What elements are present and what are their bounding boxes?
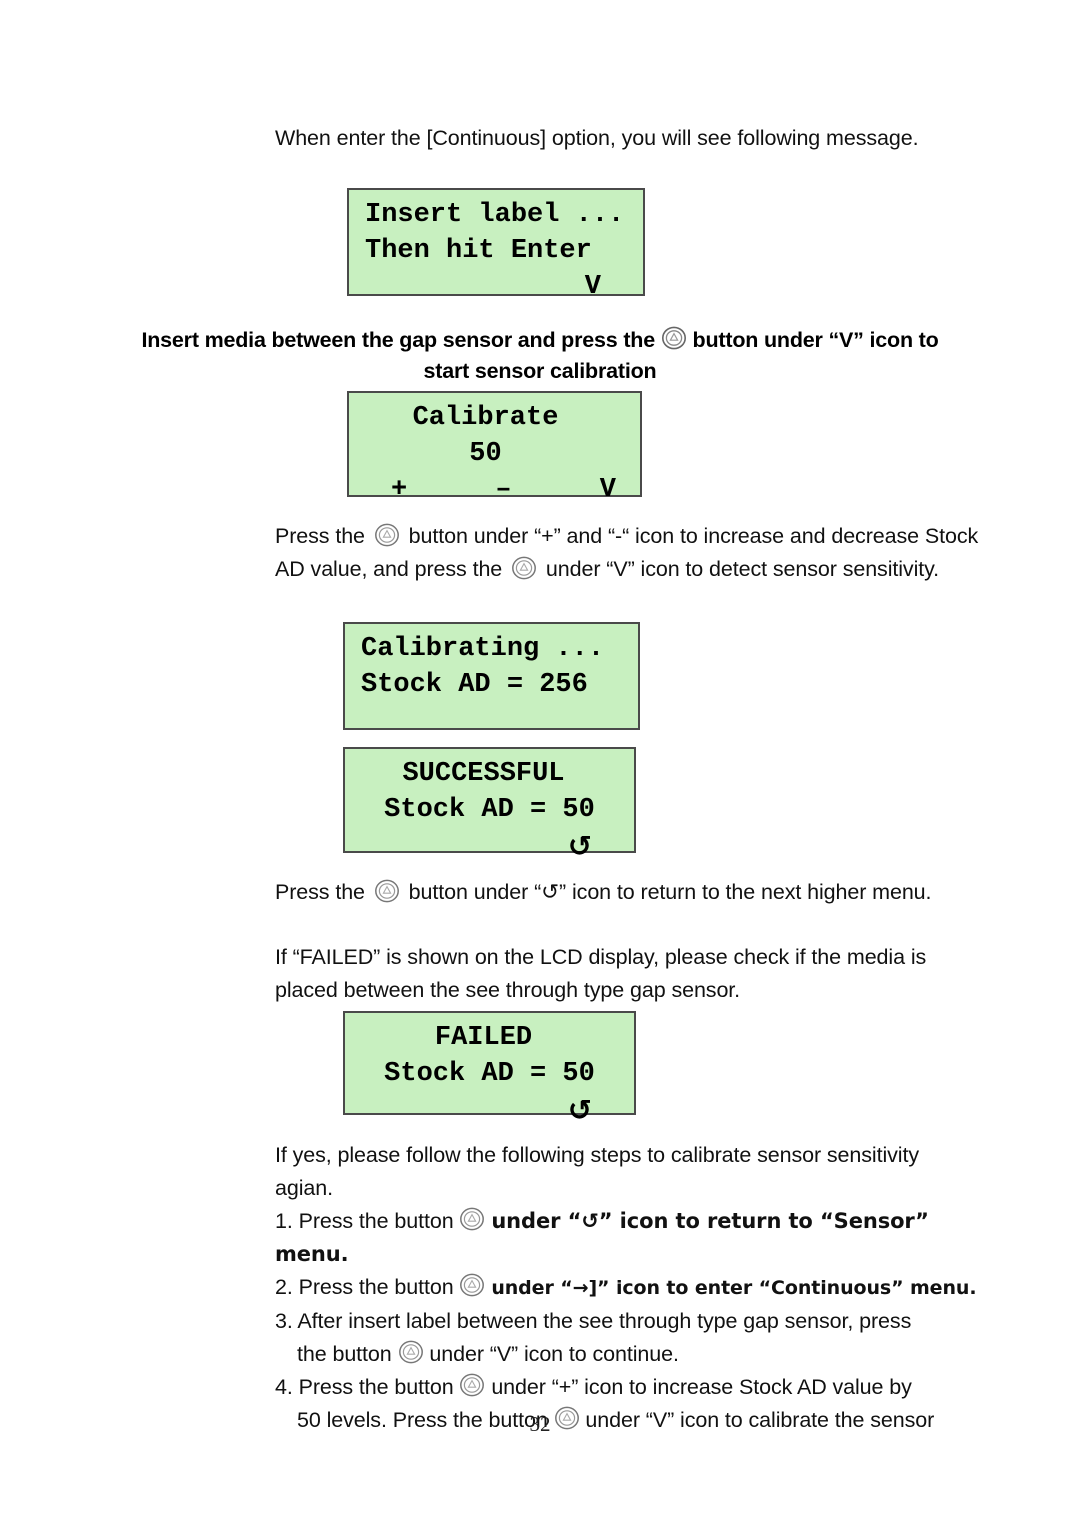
- ifyes-paragraph: If yes, please follow the following step…: [275, 1139, 985, 1205]
- lcd-successful-value: Stock AD = 50: [384, 795, 595, 825]
- lcd-failed-value: Stock AD = 50: [384, 1059, 595, 1089]
- return-seg2: button under “↺” icon to return to the n…: [408, 880, 932, 904]
- step3-continuation: the button under “V” icon to continue.: [275, 1338, 985, 1371]
- lcd-line-3: V: [584, 272, 601, 302]
- step3-label: 3. After insert label between the see th…: [275, 1309, 912, 1333]
- return-seg1: Press the: [275, 880, 365, 904]
- lcd-failed-status: FAILED: [434, 1023, 533, 1053]
- lcd-calibrating-line2: Stock AD = 256: [361, 670, 588, 700]
- printer-round-button-icon: [459, 1273, 485, 1297]
- lcd-successful-status: SUCCESSFUL: [402, 759, 565, 789]
- loop-arrow-icon: ↺: [567, 829, 592, 863]
- press-button-paragraph: Press the button under “+” and “-“ icon …: [275, 520, 985, 586]
- lcd-calibrate-value: 50: [469, 439, 502, 469]
- page-number: 32: [529, 1412, 551, 1436]
- lcd-calibrating-line3: [361, 703, 622, 739]
- printer-round-button-icon: [661, 326, 687, 350]
- step1-label: 1. Press the button: [275, 1209, 454, 1233]
- step4-tail: under “+” icon to increase Stock AD valu…: [491, 1375, 912, 1399]
- press-seg5: sensitivity.: [842, 557, 940, 581]
- list-item: 3. After insert label between the see th…: [275, 1305, 985, 1371]
- lcd-panel-failed: FAILED Stock AD = 50 ↺: [343, 1011, 636, 1127]
- ifyes-line-2: agian.: [275, 1176, 333, 1200]
- bold-instruction-part2: button under “V” icon to: [692, 328, 939, 352]
- printer-round-button-icon: [398, 1340, 424, 1364]
- manual-page: When enter the [Continuous] option, you …: [0, 0, 1080, 1527]
- lcd-panel-calibrating: Calibrating ... Stock AD = 256: [343, 622, 640, 730]
- bold-instruction: Insert media between the gap sensor and …: [118, 325, 962, 387]
- step2-label: 2. Press the button: [275, 1275, 454, 1299]
- printer-round-button-icon: [511, 556, 537, 580]
- ifyes-line-1: If yes, please follow the following step…: [275, 1143, 919, 1167]
- lcd-calibrate-keys: + – V: [365, 472, 624, 508]
- lcd-panel-successful: SUCCESSFUL Stock AD = 50 ↺: [343, 747, 636, 863]
- bold-instruction-part3: start sensor calibration: [423, 359, 657, 383]
- press-seg2: button under “+” and “-“ icon to increas…: [408, 524, 919, 548]
- list-item: 2. Press the button under “→]” icon to e…: [275, 1271, 985, 1305]
- lcd-calibrating-line1: Calibrating ...: [361, 634, 605, 664]
- calibration-steps-list: 1. Press the button under “↺” icon to re…: [275, 1205, 985, 1437]
- step3-cont-tail: under “V” icon to continue.: [429, 1342, 679, 1366]
- failed-line-1: If “FAILED” is shown on the LCD display,…: [275, 945, 927, 969]
- lcd-panel-insert-label: Insert label ... Then hit Enter V: [347, 188, 645, 302]
- step2-tail: under “→]” icon to enter “Continuous” me…: [491, 1277, 977, 1299]
- lcd-key-minus: –: [495, 475, 512, 505]
- press-seg1: Press the: [275, 524, 365, 548]
- printer-round-button-icon: [459, 1373, 485, 1397]
- failed-line-2: placed between the see through type gap …: [275, 978, 741, 1002]
- lcd-line-2: Then hit Enter: [365, 236, 592, 266]
- loop-arrow-icon: ↺: [567, 1093, 592, 1127]
- lcd-key-enter: V: [599, 475, 616, 505]
- lcd-key-plus: +: [391, 475, 408, 505]
- failed-explanation-paragraph: If “FAILED” is shown on the LCD display,…: [275, 941, 985, 1007]
- printer-round-button-icon: [374, 879, 400, 903]
- lcd-panel-calibrate: Calibrate 50 + – V: [347, 391, 642, 505]
- lcd-line-1: Insert label ...: [365, 200, 625, 230]
- press-seg4: under “V” icon to detect sensor: [545, 557, 837, 581]
- intro-paragraph: When enter the [Continuous] option, you …: [275, 122, 975, 155]
- printer-round-button-icon: [459, 1207, 485, 1231]
- bold-instruction-part1: Insert media between the gap sensor and …: [141, 328, 655, 352]
- lcd-calibrate-title: Calibrate: [412, 403, 559, 433]
- intro-text: When enter the [Continuous] option, you …: [275, 126, 919, 150]
- step4-label: 4. Press the button: [275, 1375, 454, 1399]
- step3-cont-pre: the button: [297, 1342, 392, 1366]
- list-item: 1. Press the button under “↺” icon to re…: [275, 1205, 985, 1271]
- printer-round-button-icon: [374, 523, 400, 547]
- return-menu-paragraph: Press the button under “↺” icon to retur…: [275, 876, 985, 909]
